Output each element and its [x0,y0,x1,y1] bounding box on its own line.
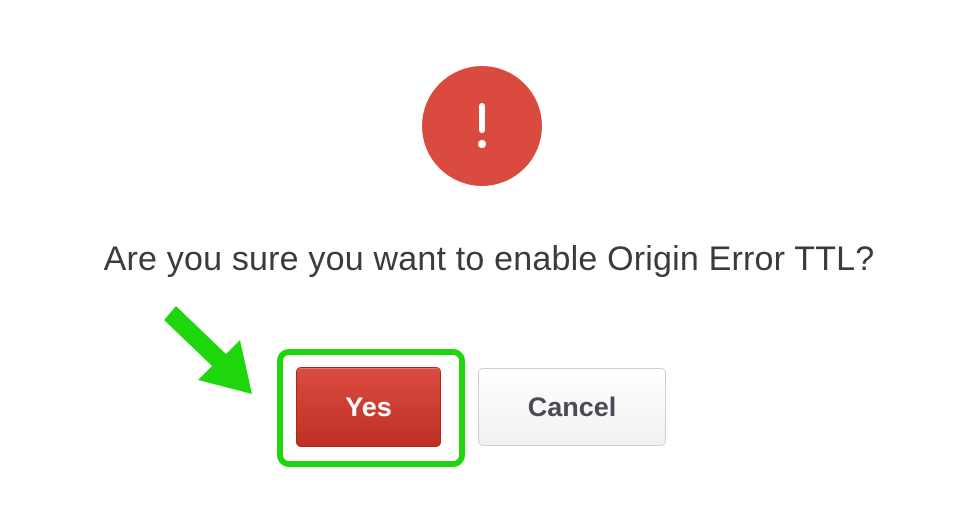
exclamation-mark [477,103,487,149]
green-arrow-icon [164,306,252,394]
cancel-button[interactable]: Cancel [478,368,666,446]
confirmation-question: Are you sure you want to enable Origin E… [103,240,875,278]
exclamation-alert-icon [422,66,542,186]
confirmation-dialog: Are you sure you want to enable Origin E… [0,0,978,515]
yes-button[interactable]: Yes [296,367,441,447]
